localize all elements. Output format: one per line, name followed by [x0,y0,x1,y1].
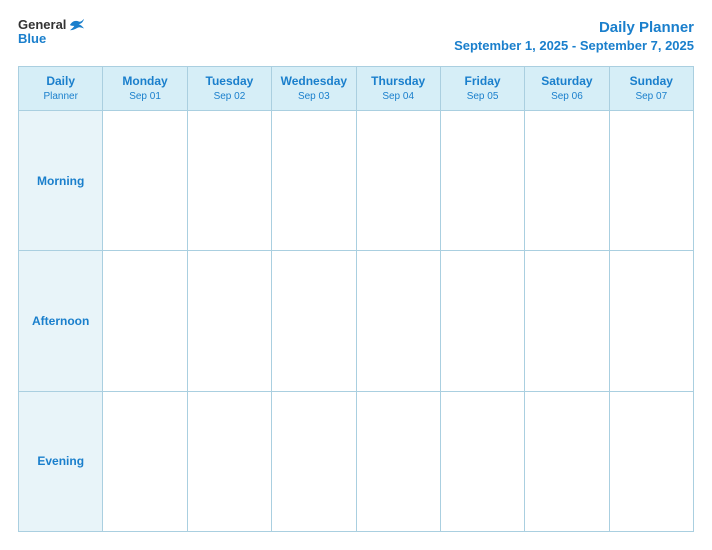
table-header-row: Daily Planner Monday Sep 01 Tuesday Sep … [19,67,694,111]
evening-wednesday [272,391,356,531]
afternoon-friday [440,251,524,391]
afternoon-tuesday [187,251,271,391]
afternoon-sunday [609,251,693,391]
col-header-monday: Monday Sep 01 [103,67,187,111]
morning-friday [440,111,524,251]
evening-label: Evening [19,391,103,531]
logo-area: General Blue [18,18,86,47]
morning-sunday [609,111,693,251]
morning-tuesday [187,111,271,251]
evening-thursday [356,391,440,531]
daily-planner-header: Daily Planner [19,67,103,111]
afternoon-thursday [356,251,440,391]
logo-bird-icon [68,18,86,32]
morning-label: Morning [19,111,103,251]
title-area: Daily Planner September 1, 2025 - Septem… [454,18,694,54]
logo-blue-text: Blue [18,32,46,46]
afternoon-wednesday [272,251,356,391]
planner-table: Daily Planner Monday Sep 01 Tuesday Sep … [18,66,694,532]
afternoon-monday [103,251,187,391]
evening-friday [440,391,524,531]
col-header-sunday: Sunday Sep 07 [609,67,693,111]
table-row-morning: Morning [19,111,694,251]
morning-wednesday [272,111,356,251]
evening-sunday [609,391,693,531]
morning-saturday [525,111,609,251]
logo-general-text: General [18,18,66,32]
table-row-evening: Evening [19,391,694,531]
page-header: General Blue Daily Planner September 1, … [18,18,694,54]
afternoon-label: Afternoon [19,251,103,391]
col-header-tuesday: Tuesday Sep 02 [187,67,271,111]
col-header-friday: Friday Sep 05 [440,67,524,111]
col-header-wednesday: Wednesday Sep 03 [272,67,356,111]
page-title: Daily Planner [454,18,694,38]
morning-thursday [356,111,440,251]
morning-monday [103,111,187,251]
col-header-thursday: Thursday Sep 04 [356,67,440,111]
col-header-saturday: Saturday Sep 06 [525,67,609,111]
afternoon-saturday [525,251,609,391]
evening-monday [103,391,187,531]
page-subtitle: September 1, 2025 - September 7, 2025 [454,38,694,55]
table-row-afternoon: Afternoon [19,251,694,391]
evening-tuesday [187,391,271,531]
evening-saturday [525,391,609,531]
